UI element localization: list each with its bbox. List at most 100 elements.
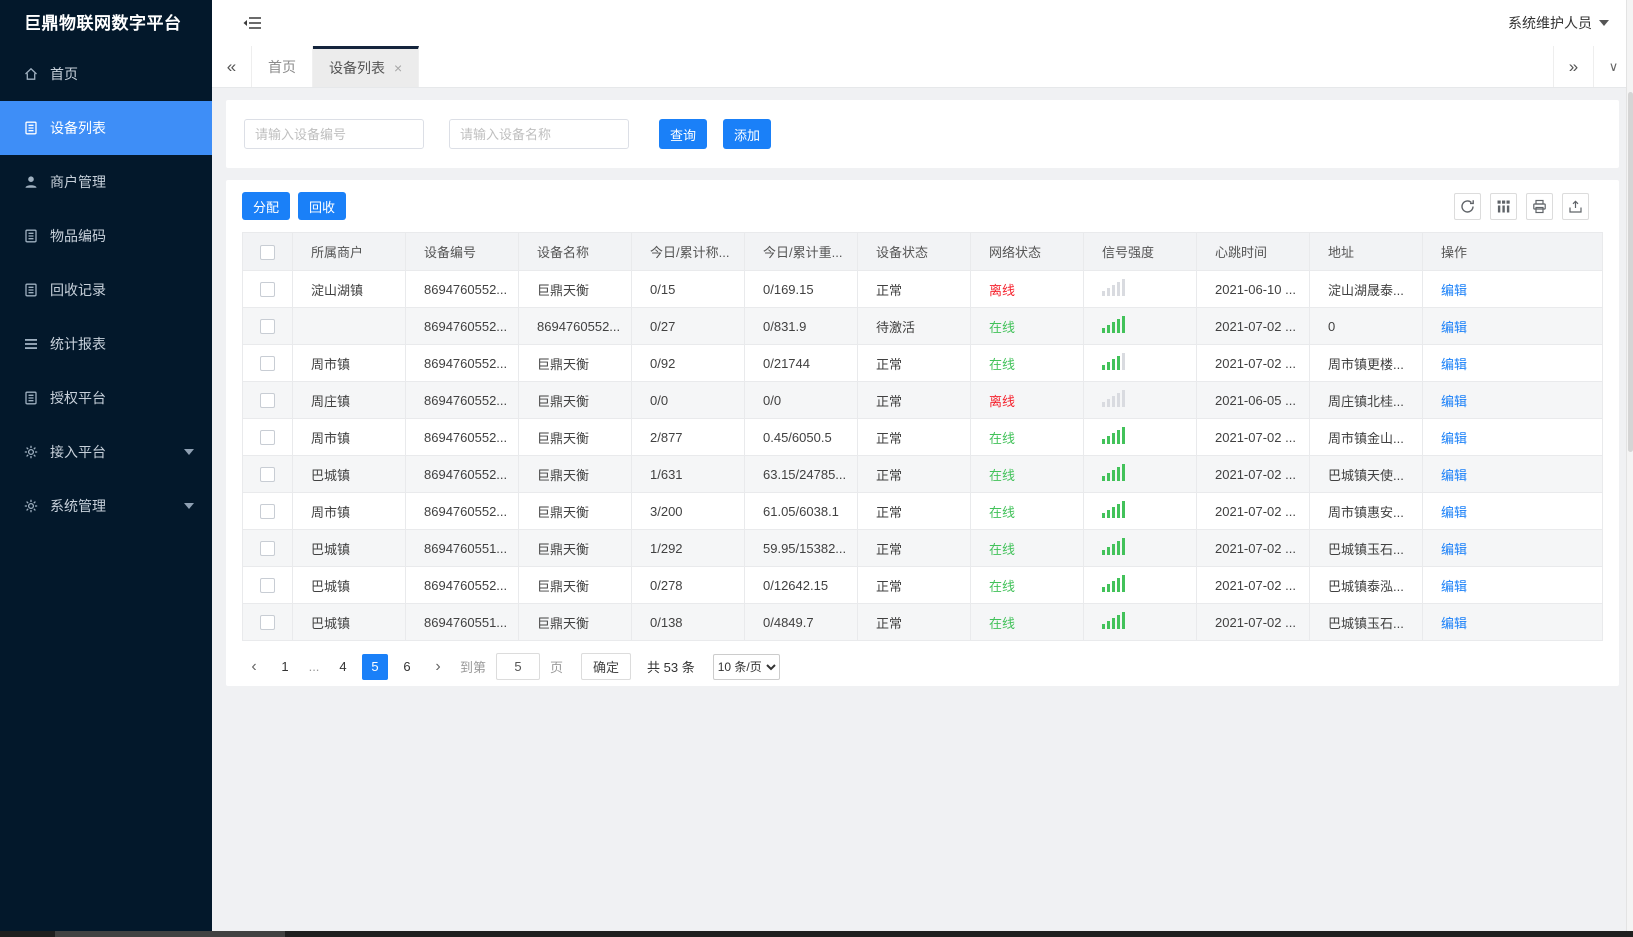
prev-page-button[interactable]: ‹ <box>242 658 266 676</box>
sidebar-item-merchant-management[interactable]: 商户管理 <box>0 155 212 209</box>
edit-link[interactable]: 编辑 <box>1441 320 1467 335</box>
cell-actions: 编辑 <box>1422 418 1603 456</box>
vertical-scrollbar[interactable] <box>1626 0 1633 931</box>
sidebar-item-access-platform[interactable]: 接入平台 <box>0 425 212 479</box>
sidebar-item-statistics[interactable]: 统计报表 <box>0 317 212 371</box>
edit-link[interactable]: 编辑 <box>1441 616 1467 631</box>
network-status-badge: 在线 <box>989 504 1016 520</box>
page-button-6[interactable]: 6 <box>394 654 420 680</box>
edit-link[interactable]: 编辑 <box>1441 579 1467 594</box>
sidebar-item-label: 物品编码 <box>50 228 106 244</box>
user-menu[interactable]: 系统维护人员 <box>1508 13 1609 33</box>
edit-link[interactable]: 编辑 <box>1441 468 1467 483</box>
refresh-button[interactable] <box>1454 192 1481 220</box>
table-row: 周市镇 8694760552... 巨鼎天衡 0/92 0/21744 正常 在… <box>242 344 1603 382</box>
sidebar-item-item-codes[interactable]: 物品编码 <box>0 209 212 263</box>
cell-heartbeat: 2021-07-02 ... <box>1196 529 1310 567</box>
table-row: 巴城镇 8694760551... 巨鼎天衡 1/292 59.95/15382… <box>242 529 1603 567</box>
sidebar: 巨鼎物联网数字平台 首页 设备列表 商户管理 物品编码 回收记录 统计报表 授权… <box>0 0 212 937</box>
device-table-panel: 分配 回收 所属商户 设备编号 设备名称 今日/累计称... 今日/累计重...… <box>226 180 1619 686</box>
table-actions <box>1454 192 1589 220</box>
home-icon <box>22 66 39 83</box>
assign-button[interactable]: 分配 <box>242 192 291 220</box>
tabs-scroll-right-button[interactable]: » <box>1553 46 1593 87</box>
page-size-select[interactable]: 10 条/页 <box>712 653 780 680</box>
row-checkbox[interactable] <box>260 541 275 557</box>
cell-address: 0 <box>1309 307 1423 345</box>
cell-actions: 编辑 <box>1422 455 1603 493</box>
row-checkbox[interactable] <box>260 430 275 446</box>
edit-link[interactable]: 编辑 <box>1441 505 1467 520</box>
row-checkbox[interactable] <box>260 356 275 372</box>
sidebar-item-authorization[interactable]: 授权平台 <box>0 371 212 425</box>
row-checkbox[interactable] <box>260 615 275 631</box>
select-all-checkbox[interactable] <box>260 244 275 260</box>
cell-device-status: 正常 <box>857 418 971 456</box>
print-button[interactable] <box>1526 192 1553 220</box>
sidebar-item-label: 回收记录 <box>50 282 106 298</box>
export-button[interactable] <box>1562 192 1589 220</box>
horizontal-scrollbar-thumb[interactable] <box>55 931 285 937</box>
row-checkbox[interactable] <box>260 504 275 520</box>
edit-link[interactable]: 编辑 <box>1441 283 1467 298</box>
cell-device-no: 8694760551... <box>405 529 519 567</box>
select-all-cell <box>242 232 293 271</box>
device-no-input[interactable] <box>244 119 424 149</box>
cell-network-status: 在线 <box>970 529 1084 567</box>
cell-merchant: 巴城镇 <box>292 566 406 604</box>
sidebar-item-label: 授权平台 <box>50 390 106 406</box>
cell-network-status: 在线 <box>970 307 1084 345</box>
signal-strength-icon <box>1102 390 1125 407</box>
sidebar-item-home[interactable]: 首页 <box>0 47 212 101</box>
page-ellipsis[interactable]: ... <box>304 659 324 674</box>
query-button[interactable]: 查询 <box>659 119 708 149</box>
close-icon[interactable]: × <box>394 60 402 76</box>
tabs-scroll-left-button[interactable]: « <box>212 46 252 87</box>
sidebar-item-label: 系统管理 <box>50 498 106 514</box>
row-checkbox[interactable] <box>260 467 275 483</box>
cell-device-no: 8694760552... <box>405 455 519 493</box>
app-logo: 巨鼎物联网数字平台 <box>24 14 182 33</box>
vertical-scrollbar-thumb[interactable] <box>1628 92 1633 452</box>
cell-today-count: 1/292 <box>631 529 745 567</box>
column-settings-button[interactable] <box>1490 192 1517 220</box>
tab-device-list[interactable]: 设备列表 × <box>313 46 420 87</box>
device-name-input[interactable] <box>449 119 629 149</box>
sidebar-collapse-icon[interactable] <box>242 15 262 31</box>
edit-link[interactable]: 编辑 <box>1441 431 1467 446</box>
tab-home[interactable]: 首页 <box>252 46 313 87</box>
sidebar-item-system-management[interactable]: 系统管理 <box>0 479 212 533</box>
goto-page-input[interactable] <box>496 653 541 680</box>
recycle-button[interactable]: 回收 <box>298 192 347 220</box>
horizontal-scrollbar[interactable] <box>0 931 1633 937</box>
cell-today-weight: 59.95/15382... <box>744 529 858 567</box>
edit-link[interactable]: 编辑 <box>1441 542 1467 557</box>
table-row: 淀山湖镇 8694760552... 巨鼎天衡 0/15 0/169.15 正常… <box>242 270 1603 308</box>
user-role-label: 系统维护人员 <box>1508 15 1592 31</box>
cell-actions: 编辑 <box>1422 492 1603 530</box>
table-body: 淀山湖镇 8694760552... 巨鼎天衡 0/15 0/169.15 正常… <box>242 270 1603 641</box>
sidebar-item-device-list[interactable]: 设备列表 <box>0 101 212 155</box>
page-button-4[interactable]: 4 <box>330 654 356 680</box>
page-button-5[interactable]: 5 <box>362 653 388 680</box>
confirm-button[interactable]: 确定 <box>581 653 632 680</box>
edit-link[interactable]: 编辑 <box>1441 394 1467 409</box>
page-button-1[interactable]: 1 <box>272 654 298 680</box>
cell-today-weight: 61.05/6038.1 <box>744 492 858 530</box>
next-page-button[interactable]: › <box>426 658 450 676</box>
row-checkbox[interactable] <box>260 578 275 594</box>
cell-device-status: 正常 <box>857 344 971 382</box>
row-checkbox[interactable] <box>260 393 275 409</box>
cell-device-name: 巨鼎天衡 <box>518 344 632 382</box>
row-checkbox[interactable] <box>260 282 275 298</box>
sidebar-item-recycle-records[interactable]: 回收记录 <box>0 263 212 317</box>
gear-icon <box>22 498 39 515</box>
cell-address: 巴城镇玉石... <box>1309 603 1423 641</box>
cell-signal <box>1083 307 1197 345</box>
row-checkbox[interactable] <box>260 319 275 335</box>
cell-today-count: 0/278 <box>631 566 745 604</box>
add-button[interactable]: 添加 <box>723 119 772 149</box>
cell-signal <box>1083 381 1197 419</box>
edit-link[interactable]: 编辑 <box>1441 357 1467 372</box>
user-icon <box>22 174 39 191</box>
